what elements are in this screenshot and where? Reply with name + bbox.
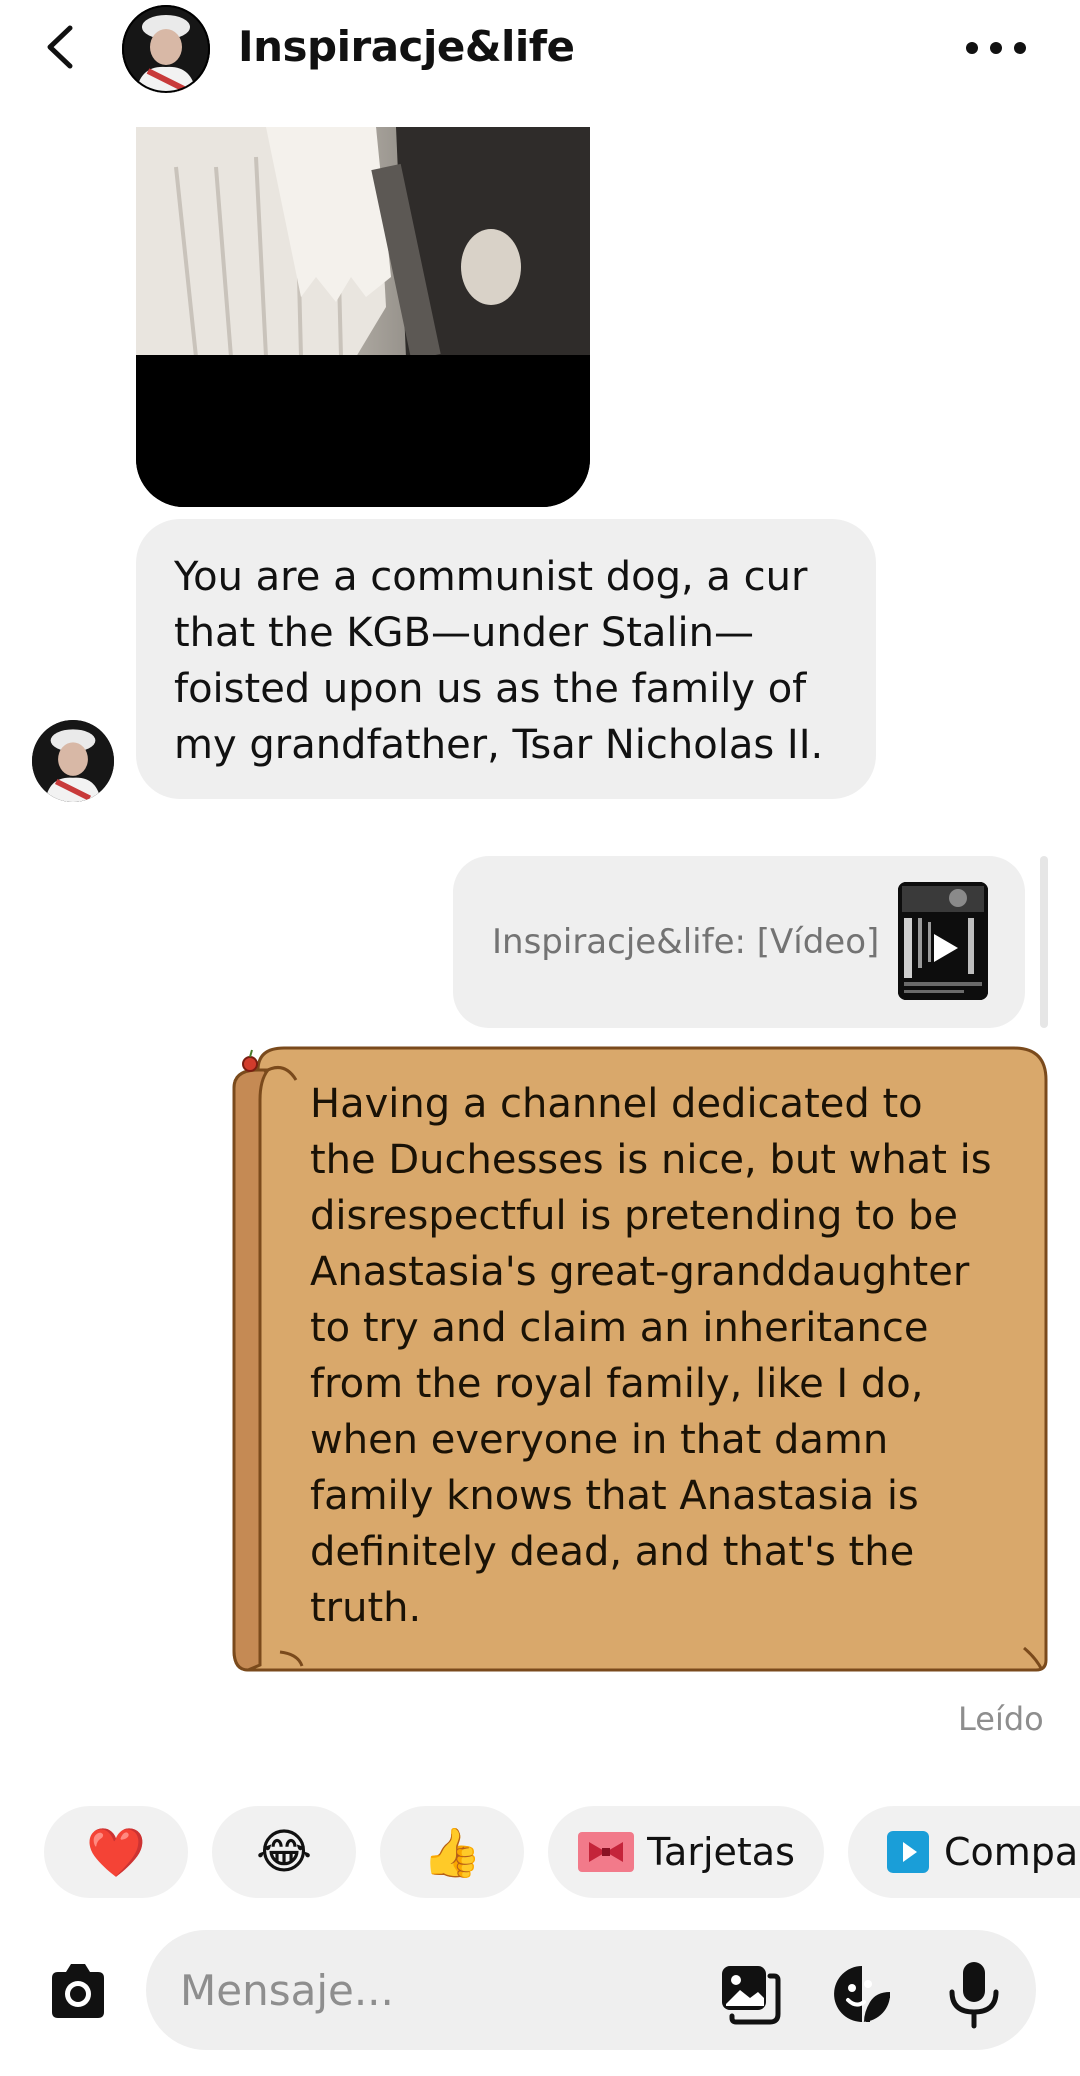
quick-reply-share-label: Compa	[944, 1830, 1079, 1874]
outgoing-message-text: Having a channel dedicated to the Duches…	[310, 1076, 1030, 1636]
thumbs-up-icon: 👍	[422, 1824, 482, 1881]
video-thumbnail[interactable]	[898, 882, 988, 1000]
message-line: the Duchesses is nice, but what is	[310, 1137, 992, 1183]
message-line: to try and claim an inheritance	[310, 1305, 929, 1351]
chevron-left-icon[interactable]	[40, 22, 80, 72]
message-line: disrespectful is pretending to be	[310, 1193, 959, 1239]
camera-icon[interactable]	[44, 1958, 112, 2026]
laughing-face-icon: 😂	[255, 1824, 313, 1880]
more-horizontal-icon[interactable]	[960, 30, 1032, 66]
message-line: when everyone in that damn	[310, 1417, 889, 1463]
photo-image	[136, 127, 590, 507]
heart-icon: ❤️	[86, 1824, 146, 1881]
gallery-icon[interactable]	[718, 1962, 782, 2026]
quick-reply-share[interactable]: Compa	[848, 1806, 1080, 1898]
quick-reply-heart[interactable]: ❤️	[44, 1806, 188, 1898]
message-line: Anastasia's great-granddaughter	[310, 1249, 970, 1295]
play-square-icon	[887, 1831, 929, 1873]
incoming-message-bubble[interactable]: You are a communist dog, a cur that the …	[136, 519, 876, 799]
chat-header: Inspiracje&life	[0, 0, 1080, 110]
message-line: Having a channel dedicated to	[310, 1081, 923, 1127]
quick-reply-thumbs-up[interactable]: 👍	[380, 1806, 524, 1898]
quick-reply-cards[interactable]: Tarjetas	[548, 1806, 824, 1898]
sender-avatar[interactable]	[32, 720, 114, 802]
quick-reply-laugh[interactable]: 😂	[212, 1806, 356, 1898]
message-line: from the royal family, like I do,	[310, 1361, 924, 1407]
shared-video-label: Inspiracje&life: [Vídeo]	[492, 922, 880, 962]
quick-reply-cards-label: Tarjetas	[647, 1830, 795, 1874]
sticker-icon[interactable]	[830, 1962, 894, 2026]
avatar[interactable]	[122, 5, 210, 93]
microphone-icon[interactable]	[946, 1960, 1002, 2030]
reply-indicator-bar	[1040, 856, 1048, 1028]
message-input[interactable]	[180, 1960, 660, 2020]
read-status: Leído	[958, 1700, 1044, 1738]
message-line: truth.	[310, 1585, 422, 1631]
message-line: family knows that Anastasia is	[310, 1473, 919, 1519]
chat-title[interactable]: Inspiracje&life	[238, 22, 575, 71]
incoming-message-text: You are a communist dog, a cur that the …	[174, 554, 824, 768]
photo-message[interactable]	[136, 127, 590, 507]
message-line: definitely dead, and that's the	[310, 1529, 915, 1575]
gift-card-icon	[578, 1832, 635, 1872]
